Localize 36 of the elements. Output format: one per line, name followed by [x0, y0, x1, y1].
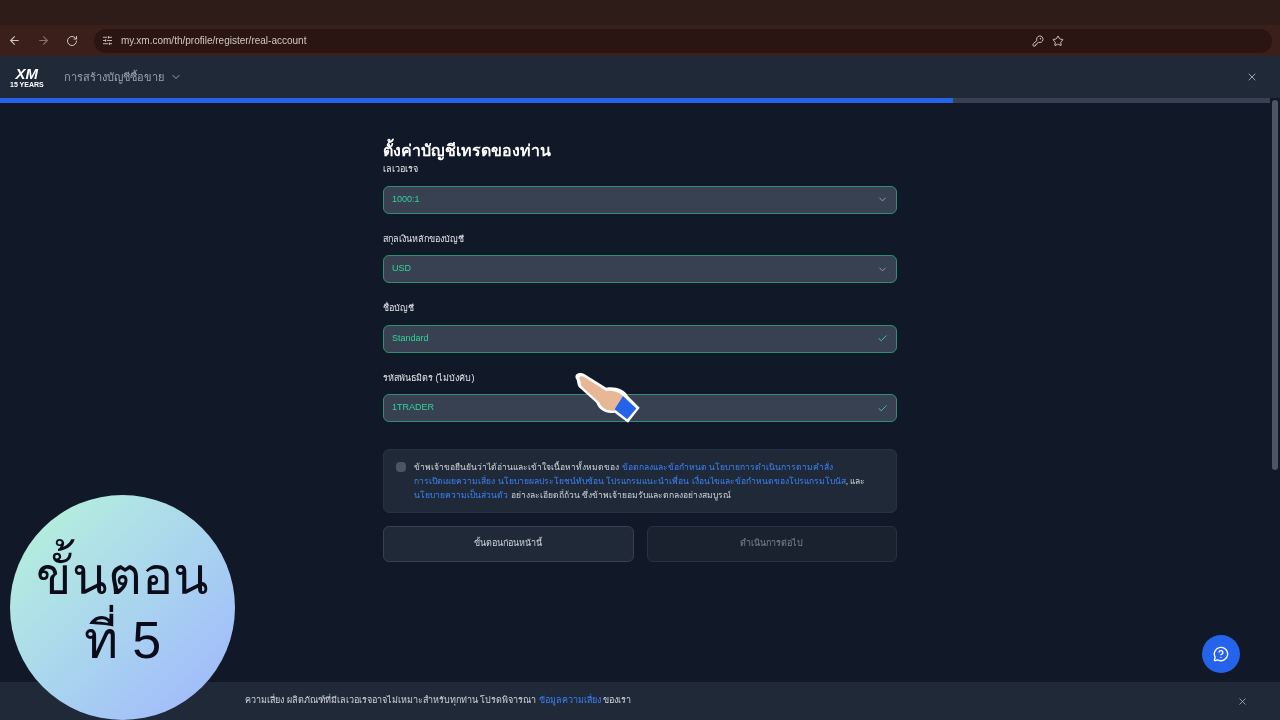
menu-dropdown[interactable]: การสร้างบัญชีซื้อขาย — [63, 68, 182, 86]
scrollbar[interactable] — [1272, 100, 1278, 470]
field-label: เลเวอเรจ — [383, 163, 419, 176]
site-settings-icon[interactable] — [102, 35, 113, 46]
link[interactable]: ข้อตกลงและข้อกำหนด — [621, 460, 707, 474]
help-button[interactable] — [1202, 635, 1240, 673]
link[interactable]: เงื่อนไขและข้อกำหนดของโปรแกรมโบนัส — [691, 474, 846, 488]
back-button[interactable]: ขั้นตอนก่อนหน้านี้ — [383, 526, 634, 562]
link[interactable]: ข้อมูลความเสี่ยง — [538, 694, 601, 708]
select-field[interactable]: USD — [383, 255, 897, 283]
help-icon — [1213, 646, 1229, 662]
consent-text: ข้าพเจ้าขอยืนยันว่าได้อ่านและเข้าใจเนื้อหาทั้งหมดของ ข้อตกลงและข้อกำหนด นโยบายการดำเนินการตามคำสั่ง การเปิดเผยความเสี่ยง นโยบายผลประโยชน์ทับซ้อน โปรแกรมแนะนำเพื่อน เงื่อนไขและข้อกำหนดของโปรแกรมโบนัส, และ นโยบายความเป็นส่วนตัว อย่างละเอียดถี่ถ้วน ซึ่งข้าพเจ้ายอมรับและตกลงอย่างสมบูรณ์ — [414, 460, 867, 502]
link[interactable]: นโยบายความเป็นส่วนตัว — [414, 488, 508, 502]
field-label: ชื่อบัญชี — [383, 302, 415, 315]
risk-warning: ความเสี่ยง ผลิตภัณฑ์ที่มีเลเวอเรจอาจไม่เหมาะสำหรับทุกท่าน โปรดพิจารณา ข้อมูลความเสี่ยง ของเรา — [245, 694, 632, 708]
check-icon — [877, 333, 888, 344]
back-icon[interactable] — [8, 34, 21, 47]
key-icon[interactable] — [1032, 34, 1044, 47]
select-field[interactable]: 1000:1 — [383, 185, 897, 214]
check-icon — [877, 402, 888, 414]
link[interactable]: นโยบายการดำเนินการตามคำสั่ง — [709, 460, 834, 474]
address-bar[interactable]: my.xm.com/th/profile/register/real-account — [94, 28, 1272, 53]
link[interactable]: การเปิดเผยความเสี่ยง — [414, 474, 495, 488]
logo: XM — [15, 66, 39, 81]
checkbox[interactable] — [396, 462, 406, 472]
step-number: ที่ 5 — [83, 607, 162, 672]
close-icon[interactable] — [1237, 695, 1248, 707]
field-label: รหัสพันธมิตร (ไม่บังคับ) — [383, 371, 476, 385]
input-field[interactable]: 1TRADER — [383, 394, 897, 422]
link[interactable]: โปรแกรมแนะนำเพื่อน — [606, 474, 690, 488]
reload-icon[interactable] — [66, 34, 78, 47]
close-icon[interactable] — [1246, 71, 1258, 83]
field-label: สกุลเงินหลักของบัญชี — [383, 232, 465, 246]
bookmark-icon[interactable] — [1052, 34, 1064, 47]
link[interactable]: นโยบายผลประโยชน์ทับซ้อน — [497, 474, 604, 488]
input-field[interactable]: Standard — [383, 324, 897, 353]
